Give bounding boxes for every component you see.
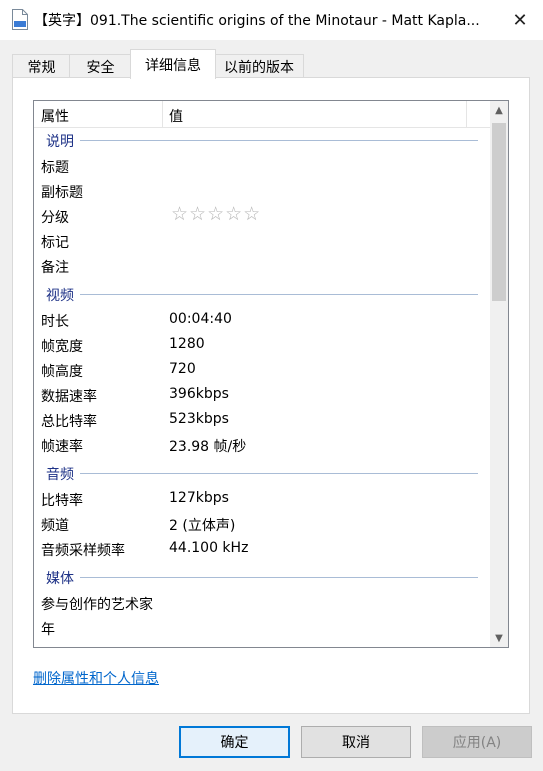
property-name: 副标题 <box>41 185 83 201</box>
list-row-rating[interactable]: 分级 ☆☆☆☆☆ <box>34 203 490 228</box>
property-name: 频道 <box>41 518 69 534</box>
property-name: 比特率 <box>41 493 83 509</box>
list-row-total-bitrate[interactable]: 总比特率 523kbps <box>34 408 490 432</box>
window-title: 【英字】091.The scientific origins of the Mi… <box>34 13 480 29</box>
property-name: 帧速率 <box>41 439 83 455</box>
section-description: 说明 <box>34 129 490 153</box>
cancel-button[interactable]: 取消 <box>301 726 411 758</box>
close-icon: ✕ <box>512 9 528 31</box>
property-value: 2 (立体声) <box>169 518 236 534</box>
tab-label: 以前的版本 <box>224 59 294 76</box>
property-value: 44.100 kHz <box>169 540 249 556</box>
value-column-header[interactable]: 值 <box>169 106 183 126</box>
section-title: 视频 <box>46 288 74 304</box>
property-value: 00:04:40 <box>169 311 232 327</box>
remove-properties-link[interactable]: 删除属性和个人信息 <box>33 668 159 688</box>
property-name: 数据速率 <box>41 389 97 405</box>
property-value: 127kbps <box>169 490 229 506</box>
tab-general[interactable]: 常规 <box>12 54 71 78</box>
property-name: 时长 <box>41 314 69 330</box>
list-row-title[interactable]: 标题 <box>34 154 490 178</box>
column-divider[interactable] <box>466 101 467 127</box>
tab-label: 详细信息 <box>145 57 201 74</box>
property-rows: 属性 值 说明 标题 副标题 分级 ☆☆☆☆☆ 标记 备注 视频 时长 00:0… <box>34 101 490 647</box>
video-file-icon <box>12 9 28 30</box>
scroll-thumb[interactable] <box>492 123 506 301</box>
scroll-up-button[interactable]: ▲ <box>490 101 508 119</box>
section-audio: 音频 <box>34 462 490 486</box>
property-value: 523kbps <box>169 411 229 427</box>
list-row-duration[interactable]: 时长 00:04:40 <box>34 308 490 332</box>
property-name: 分级 <box>41 210 69 226</box>
property-list[interactable]: 属性 值 说明 标题 副标题 分级 ☆☆☆☆☆ 标记 备注 视频 时长 00:0… <box>33 100 509 648</box>
list-row-sample-rate[interactable]: 音频采样频率 44.100 kHz <box>34 537 490 561</box>
button-label: 应用(A) <box>452 735 502 751</box>
property-column-header[interactable]: 属性 <box>41 106 69 126</box>
vertical-scrollbar[interactable]: ▲ ▼ <box>490 101 508 647</box>
list-row-frame-rate[interactable]: 帧速率 23.98 帧/秒 <box>34 433 490 457</box>
list-header: 属性 值 <box>34 101 490 128</box>
list-row-tags[interactable]: 标记 <box>34 229 490 253</box>
property-name: 音频采样频率 <box>41 543 125 559</box>
close-button[interactable]: ✕ <box>497 0 543 40</box>
list-row-frame-width[interactable]: 帧宽度 1280 <box>34 333 490 357</box>
property-name: 年 <box>41 622 55 638</box>
section-divider <box>80 577 478 578</box>
rating-stars[interactable]: ☆☆☆☆☆ <box>171 203 261 225</box>
section-title: 音频 <box>46 467 74 483</box>
section-divider <box>80 473 478 474</box>
property-name: 标记 <box>41 235 69 251</box>
list-row-comments[interactable]: 备注 <box>34 254 490 278</box>
list-row-frame-height[interactable]: 帧高度 720 <box>34 358 490 382</box>
property-name: 参与创作的艺术家 <box>41 597 153 613</box>
list-row-subtitle[interactable]: 副标题 <box>34 179 490 203</box>
title-bar: 【英字】091.The scientific origins of the Mi… <box>0 0 543 40</box>
list-row-year[interactable]: 年 <box>34 616 490 640</box>
list-row-contributing-artists[interactable]: 参与创作的艺术家 <box>34 591 490 615</box>
list-row-channels[interactable]: 频道 2 (立体声) <box>34 512 490 536</box>
list-row-audio-bitrate[interactable]: 比特率 127kbps <box>34 487 490 511</box>
chevron-down-icon: ▼ <box>495 632 503 644</box>
property-name: 标题 <box>41 160 69 176</box>
property-name: 总比特率 <box>41 414 97 430</box>
apply-button[interactable]: 应用(A) <box>422 726 532 758</box>
tab-previous-versions[interactable]: 以前的版本 <box>214 54 304 78</box>
section-title: 媒体 <box>46 571 74 587</box>
list-row-data-rate[interactable]: 数据速率 396kbps <box>34 383 490 407</box>
tab-details[interactable]: 详细信息 <box>130 49 216 79</box>
property-name: 帧高度 <box>41 364 83 380</box>
button-label: 取消 <box>342 735 370 751</box>
property-value: 720 <box>169 361 196 377</box>
section-video: 视频 <box>34 283 490 307</box>
scroll-down-button[interactable]: ▼ <box>490 629 508 647</box>
ok-button[interactable]: 确定 <box>179 726 290 758</box>
column-divider[interactable] <box>162 101 163 127</box>
property-value: 1280 <box>169 336 205 352</box>
property-value: 23.98 帧/秒 <box>169 439 247 455</box>
property-value: 396kbps <box>169 386 229 402</box>
property-name: 备注 <box>41 260 69 276</box>
chevron-up-icon: ▲ <box>495 104 503 116</box>
tab-security[interactable]: 安全 <box>69 54 132 78</box>
section-title: 说明 <box>46 134 74 150</box>
section-divider <box>80 294 478 295</box>
tab-label: 常规 <box>27 59 56 76</box>
button-label: 确定 <box>220 735 249 751</box>
tab-label: 安全 <box>86 59 115 76</box>
property-name: 帧宽度 <box>41 339 83 355</box>
section-divider <box>80 140 478 141</box>
details-panel: 属性 值 说明 标题 副标题 分级 ☆☆☆☆☆ 标记 备注 视频 时长 00:0… <box>12 77 530 714</box>
section-media: 媒体 <box>34 566 490 590</box>
